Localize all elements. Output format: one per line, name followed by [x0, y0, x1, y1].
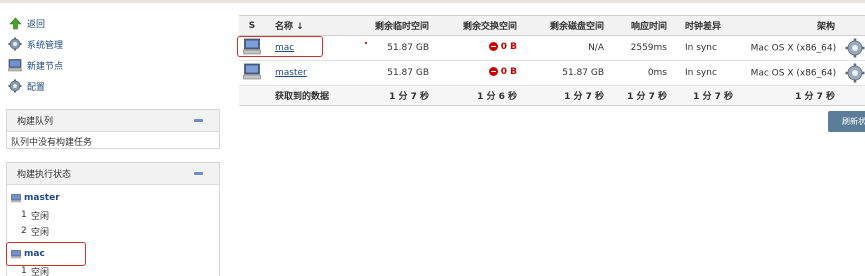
disk-space-cell: 51.87 GB: [523, 60, 610, 86]
node-status-cell: [239, 60, 265, 86]
executor-status-title: 构建执行状态: [17, 170, 72, 180]
collapse-icon[interactable]: [194, 119, 203, 122]
sidebar: 返回 系统管理 新建节点 配置 构建队列 队列中没有构建任务 构建执行状态 ma…: [0, 0, 225, 276]
task-label: 配置: [27, 82, 46, 93]
computer-icon: [11, 193, 21, 202]
executor-status-pane: 构建执行状态 master 1 空闲 2 空闲 mac 1 空闲: [6, 162, 220, 276]
build-queue-pane: 构建队列 队列中没有构建任务: [6, 109, 220, 149]
build-queue-header: 构建队列: [7, 110, 219, 132]
task-label: 系统管理: [27, 40, 64, 51]
col-clock-diff[interactable]: 时钟差异: [671, 15, 739, 36]
task-manage-jenkins[interactable]: 系统管理: [8, 35, 63, 53]
footer-clock: 1 分 7 秒: [671, 85, 739, 106]
refresh-status-button[interactable]: 刷新状: [828, 111, 865, 132]
node-name: master: [24, 193, 60, 203]
footer-temp: 1 分 7 秒: [345, 85, 435, 106]
executor-node-master[interactable]: master: [11, 191, 215, 205]
col-architecture[interactable]: 架构: [739, 15, 865, 36]
disk-space-cell: N/A: [523, 35, 610, 61]
executor-row: 1 空闲: [11, 263, 215, 276]
footer-label: 获取到的数据: [265, 85, 345, 106]
footer-disk: 1 分 7 秒: [523, 85, 610, 106]
up-arrow-icon: [8, 16, 22, 30]
swap-value: 0 B: [500, 66, 517, 77]
executor-node-mac[interactable]: mac: [11, 247, 215, 261]
table-row: mac 51.87 GB 0 B N/A 2559ms In sync Mac …: [239, 35, 865, 61]
footer-arch: 1 分 7 秒: [739, 85, 865, 106]
architecture-cell: Mac OS X (x86_64): [739, 60, 865, 86]
computer-icon: [243, 63, 261, 80]
task-back[interactable]: 返回: [8, 14, 45, 32]
gear-icon: [8, 79, 22, 93]
task-label: 新建节点: [27, 61, 64, 72]
executor-state: 空闲: [31, 211, 50, 222]
table-header-row: S 名称 ↓ 剩余临时空间 剩余交换空间 剩余磁盘空间 响应时间 时钟差异 架构: [239, 15, 865, 36]
node-link-master[interactable]: master: [275, 68, 307, 78]
configure-gear-icon[interactable]: [845, 38, 865, 58]
build-queue-body: 队列中没有构建任务: [7, 132, 219, 151]
col-response-time[interactable]: 响应时间: [610, 15, 671, 36]
response-time-cell: 0ms: [610, 60, 671, 86]
error-icon: [488, 67, 498, 77]
executor-number: 1: [21, 210, 27, 220]
col-disk-space[interactable]: 剩余磁盘空间: [523, 15, 610, 36]
temp-space-cell: 51.87 GB: [345, 60, 435, 86]
response-time-cell: 2559ms: [610, 35, 671, 61]
annotation-dot: [365, 42, 367, 44]
col-status[interactable]: S: [239, 15, 265, 36]
executor-status-body: master 1 空闲 2 空闲 mac 1 空闲: [7, 185, 219, 276]
executor-row: 1 空闲: [11, 207, 215, 223]
architecture-cell: Mac OS X (x86_64): [739, 35, 865, 61]
footer-empty-cell: [239, 85, 265, 106]
nodes-table: S 名称 ↓ 剩余临时空间 剩余交换空间 剩余磁盘空间 响应时间 时钟差异 架构…: [239, 15, 865, 106]
col-name[interactable]: 名称 ↓: [265, 15, 345, 36]
node-name-cell: mac: [265, 35, 345, 61]
architecture-value: Mac OS X (x86_64): [750, 43, 837, 54]
temp-space-cell: 51.87 GB: [345, 35, 435, 61]
build-queue-title: 构建队列: [17, 117, 54, 127]
executor-state: 空闲: [31, 267, 50, 276]
executor-number: 2: [21, 226, 27, 236]
executor-number: 1: [21, 266, 27, 276]
task-label: 返回: [27, 19, 46, 30]
node-status-cell: [239, 35, 265, 61]
clock-diff-cell: In sync: [671, 35, 739, 61]
computer-icon: [8, 58, 22, 72]
col-temp-space[interactable]: 剩余临时空间: [345, 15, 435, 36]
footer-response: 1 分 7 秒: [610, 85, 671, 106]
col-swap-space[interactable]: 剩余交换空间: [435, 15, 523, 36]
node-link-mac[interactable]: mac: [275, 43, 294, 53]
table-row: master 51.87 GB 0 B 51.87 GB 0ms In sync…: [239, 60, 865, 86]
build-queue-empty-text: 队列中没有构建任务: [11, 138, 93, 148]
footer-swap: 1 分 6 秒: [435, 85, 523, 106]
task-configure[interactable]: 配置: [8, 77, 45, 95]
error-icon: [488, 42, 498, 52]
collapse-icon[interactable]: [194, 172, 203, 175]
architecture-value: Mac OS X (x86_64): [750, 68, 837, 79]
clock-diff-cell: In sync: [671, 60, 739, 86]
task-new-node[interactable]: 新建节点: [8, 56, 63, 74]
table-footer-row: 获取到的数据 1 分 7 秒 1 分 6 秒 1 分 7 秒 1 分 7 秒 1…: [239, 85, 865, 106]
configure-gear-icon[interactable]: [845, 63, 865, 83]
node-name-cell: master: [265, 60, 345, 86]
swap-space-cell: 0 B: [435, 35, 523, 61]
swap-value: 0 B: [500, 41, 517, 52]
node-name: mac: [24, 249, 45, 259]
executor-row: 2 空闲: [11, 223, 215, 239]
executor-status-header: 构建执行状态: [7, 163, 219, 185]
computer-icon: [11, 249, 21, 258]
computer-icon: [243, 38, 261, 55]
gear-icon: [8, 37, 22, 51]
executor-state: 空闲: [31, 227, 50, 238]
swap-space-cell: 0 B: [435, 60, 523, 86]
